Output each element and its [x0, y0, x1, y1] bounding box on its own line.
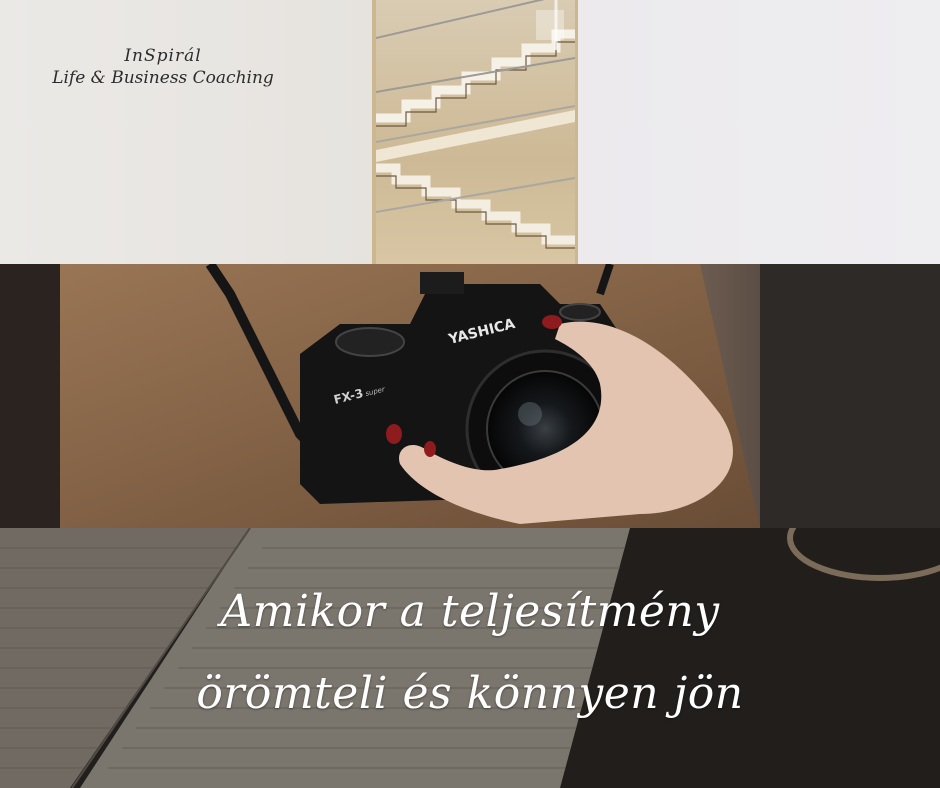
nail-thumb — [386, 424, 402, 444]
shutter-dial — [335, 327, 405, 357]
notebook-photo — [0, 528, 940, 788]
headline-line-2: örömteli és könnyen jön — [196, 668, 744, 719]
staircase-image — [372, 0, 578, 264]
headline-line-1: Amikor a teljesítmény — [220, 586, 720, 637]
top-photo-panel: InSpirál Life & Business Coaching — [0, 0, 940, 264]
wall-right — [578, 0, 940, 264]
nail-index — [542, 315, 562, 329]
lower-steps — [376, 163, 575, 245]
brand-name: InSpirál — [124, 46, 202, 66]
upper-step-shadow — [376, 41, 575, 127]
brand-logo: InSpirál Life & Business Coaching — [18, 46, 308, 88]
hot-shoe — [420, 272, 464, 294]
camera-photo: YASHICA FX-3 super — [0, 264, 940, 528]
handrail-middle — [375, 57, 576, 93]
notebook-photo-panel: Amikor a teljesítmény örömteli és könnye… — [0, 528, 940, 788]
brand-tagline: Life & Business Coaching — [52, 68, 274, 88]
background-right — [760, 264, 940, 528]
wall-left — [0, 0, 372, 264]
staircase-drawing — [375, 0, 576, 249]
background-left — [0, 264, 60, 528]
camera-photo-panel: YASHICA FX-3 super — [0, 264, 940, 528]
